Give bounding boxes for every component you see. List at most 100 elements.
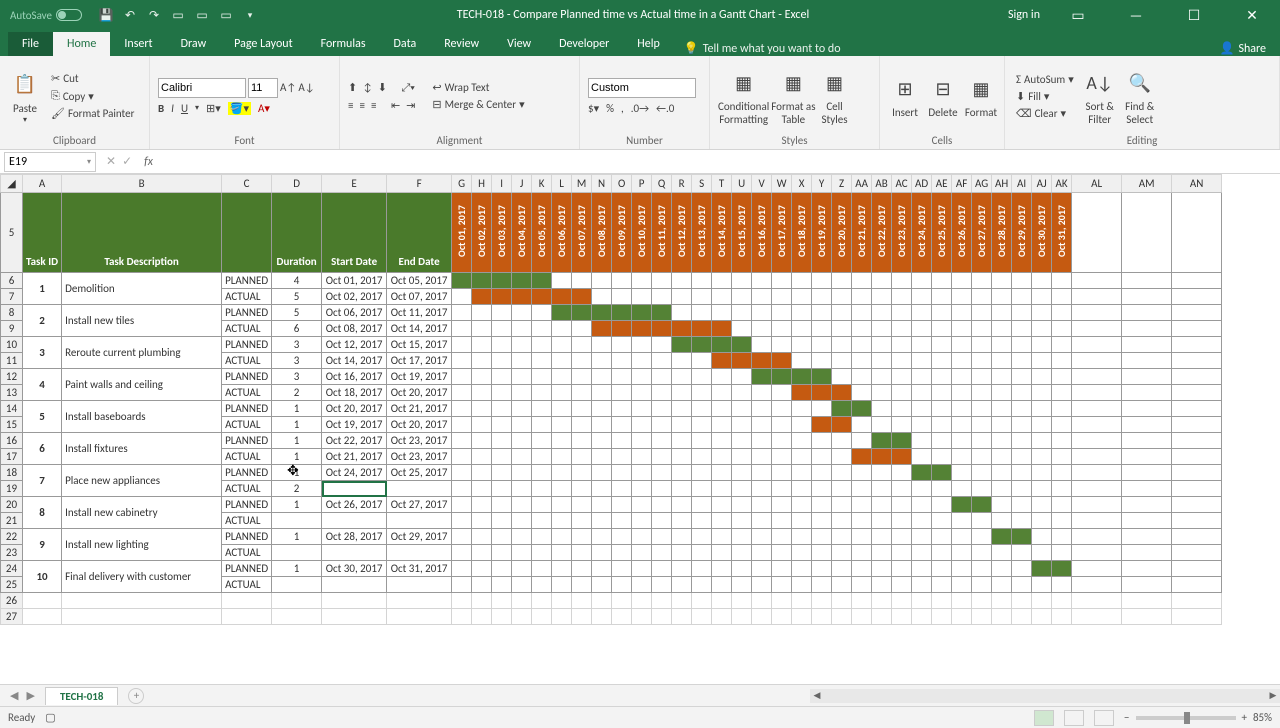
page-layout-view-button[interactable] xyxy=(1064,710,1084,726)
gantt-cell[interactable] xyxy=(852,577,872,593)
start-date-cell[interactable]: Oct 21, 2017 xyxy=(322,449,387,465)
gantt-cell[interactable] xyxy=(932,337,952,353)
gantt-cell[interactable] xyxy=(772,369,792,385)
gantt-cell[interactable] xyxy=(752,385,772,401)
gantt-cell[interactable] xyxy=(652,321,672,337)
gantt-cell[interactable] xyxy=(992,289,1012,305)
gantt-cell[interactable] xyxy=(692,337,712,353)
gantt-cell[interactable] xyxy=(872,529,892,545)
gantt-cell[interactable] xyxy=(812,353,832,369)
gantt-cell[interactable] xyxy=(632,401,652,417)
task-id-cell[interactable]: 7 xyxy=(23,465,62,497)
cell[interactable] xyxy=(592,609,612,625)
cell[interactable] xyxy=(772,593,792,609)
cell[interactable] xyxy=(912,609,932,625)
gantt-cell[interactable] xyxy=(592,401,612,417)
font-name-input[interactable] xyxy=(158,78,246,98)
gantt-cell[interactable] xyxy=(832,545,852,561)
gantt-cell[interactable] xyxy=(1032,369,1052,385)
gantt-cell[interactable] xyxy=(532,545,552,561)
gantt-cell[interactable] xyxy=(852,465,872,481)
gantt-cell[interactable] xyxy=(592,417,612,433)
type-cell[interactable]: PLANNED xyxy=(222,337,272,353)
gantt-cell[interactable] xyxy=(792,433,812,449)
gantt-cell[interactable] xyxy=(632,289,652,305)
gantt-cell[interactable] xyxy=(1052,289,1072,305)
gantt-cell[interactable] xyxy=(552,337,572,353)
gantt-cell[interactable] xyxy=(1012,529,1032,545)
gantt-cell[interactable] xyxy=(692,401,712,417)
cell[interactable] xyxy=(1012,593,1032,609)
gantt-cell[interactable] xyxy=(652,337,672,353)
gantt-cell[interactable] xyxy=(992,577,1012,593)
gantt-cell[interactable] xyxy=(972,465,992,481)
cell[interactable] xyxy=(272,609,322,625)
type-cell[interactable]: PLANNED xyxy=(222,497,272,513)
column-header[interactable]: J xyxy=(512,175,532,193)
duration-cell[interactable]: 1 xyxy=(272,401,322,417)
conditional-formatting-button[interactable]: ▦Conditional Formatting xyxy=(718,66,769,125)
gantt-cell[interactable] xyxy=(672,369,692,385)
gantt-cell[interactable] xyxy=(972,401,992,417)
end-date-cell[interactable]: Oct 20, 2017 xyxy=(387,417,452,433)
gantt-cell[interactable] xyxy=(1052,417,1072,433)
gantt-cell[interactable] xyxy=(572,465,592,481)
gantt-cell[interactable] xyxy=(532,561,552,577)
gantt-cell[interactable] xyxy=(912,353,932,369)
tab-formulas[interactable]: Formulas xyxy=(307,32,380,56)
gantt-cell[interactable] xyxy=(812,497,832,513)
gantt-cell[interactable] xyxy=(452,449,472,465)
gantt-cell[interactable] xyxy=(592,497,612,513)
cell[interactable] xyxy=(1072,593,1122,609)
gantt-cell[interactable] xyxy=(952,289,972,305)
column-header[interactable]: I xyxy=(492,175,512,193)
gantt-cell[interactable] xyxy=(672,465,692,481)
gantt-cell[interactable] xyxy=(452,385,472,401)
column-header[interactable]: G xyxy=(452,175,472,193)
gantt-cell[interactable] xyxy=(952,497,972,513)
gantt-cell[interactable] xyxy=(912,529,932,545)
row-header[interactable]: 14 xyxy=(1,401,23,417)
column-header[interactable]: H xyxy=(472,175,492,193)
gantt-cell[interactable] xyxy=(532,305,552,321)
cell[interactable] xyxy=(512,609,532,625)
cell[interactable] xyxy=(632,609,652,625)
gantt-cell[interactable] xyxy=(612,273,632,289)
gantt-cell[interactable] xyxy=(972,353,992,369)
gantt-cell[interactable] xyxy=(532,449,552,465)
gantt-cell[interactable] xyxy=(812,273,832,289)
gantt-cell[interactable] xyxy=(712,401,732,417)
column-header[interactable]: AB xyxy=(872,175,892,193)
currency-icon[interactable]: $▾ xyxy=(588,102,599,115)
gantt-cell[interactable] xyxy=(652,353,672,369)
gantt-cell[interactable] xyxy=(752,545,772,561)
format-painter-button[interactable]: 🖌 Format Painter xyxy=(48,106,137,121)
gantt-cell[interactable] xyxy=(972,273,992,289)
type-cell[interactable]: ACTUAL xyxy=(222,353,272,369)
gantt-cell[interactable] xyxy=(1012,449,1032,465)
gantt-cell[interactable] xyxy=(972,545,992,561)
gantt-cell[interactable] xyxy=(572,433,592,449)
duration-cell[interactable]: 1 xyxy=(272,529,322,545)
gantt-cell[interactable] xyxy=(512,545,532,561)
gantt-cell[interactable] xyxy=(792,385,812,401)
gantt-cell[interactable] xyxy=(492,273,512,289)
indent-dec-icon[interactable]: ⇤ xyxy=(391,99,400,112)
row-header[interactable]: 25 xyxy=(1,577,23,593)
gantt-cell[interactable] xyxy=(612,465,632,481)
tab-review[interactable]: Review xyxy=(430,32,493,56)
gantt-cell[interactable] xyxy=(492,433,512,449)
gantt-cell[interactable] xyxy=(452,529,472,545)
task-desc-cell[interactable]: Reroute current plumbing xyxy=(62,337,222,369)
gantt-cell[interactable] xyxy=(832,561,852,577)
gantt-cell[interactable] xyxy=(972,561,992,577)
gantt-cell[interactable] xyxy=(1052,433,1072,449)
gantt-cell[interactable] xyxy=(672,481,692,497)
percent-icon[interactable]: % xyxy=(606,102,614,115)
undo-icon[interactable]: ↶ xyxy=(122,7,138,23)
gantt-cell[interactable] xyxy=(1032,561,1052,577)
column-header[interactable]: A xyxy=(23,175,62,193)
gantt-cell[interactable] xyxy=(452,561,472,577)
gantt-cell[interactable] xyxy=(832,337,852,353)
gantt-cell[interactable] xyxy=(1052,305,1072,321)
